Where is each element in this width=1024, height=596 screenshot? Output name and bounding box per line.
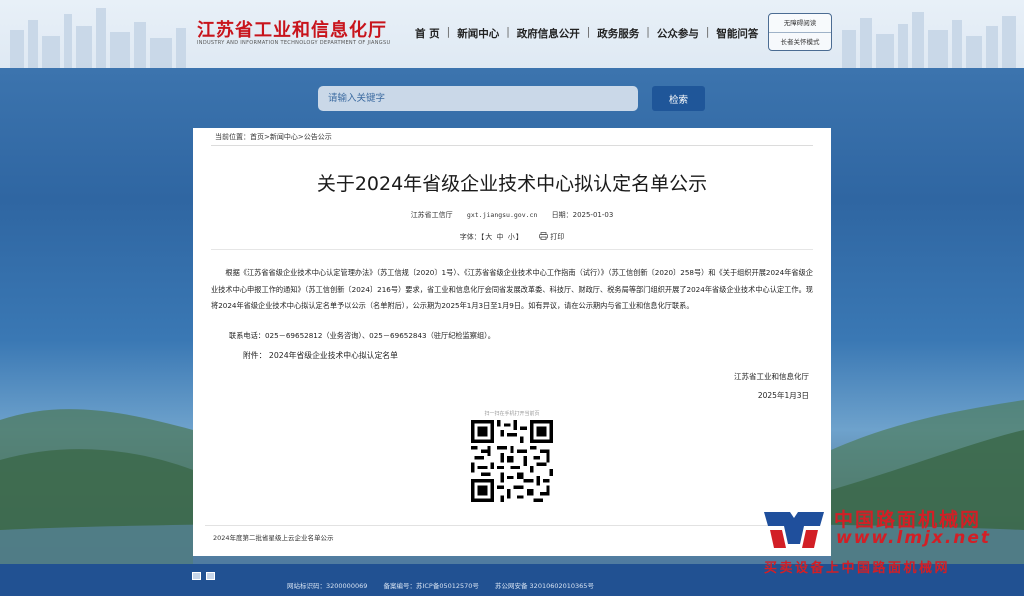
- divider: [211, 145, 813, 146]
- signature-org: 江苏省工业和信息化厅: [734, 372, 809, 381]
- breadcrumb-announcements[interactable]: 公告公示: [304, 133, 332, 141]
- divider: [205, 525, 819, 526]
- site-logo-title[interactable]: 江苏省工业和信息化厅: [197, 16, 387, 42]
- article-body: 根据《江苏省省级企业技术中心认定管理办法》（苏工信规〔2020〕1号）、《江苏省…: [211, 268, 813, 310]
- police-record[interactable]: 苏公网安备 32010602010365号: [495, 582, 594, 590]
- article-contact: 联系电话：025－69652812（业务咨询）、025－69652843（驻厅纪…: [229, 331, 495, 340]
- nav-smart-qa[interactable]: 智能问答: [709, 26, 765, 41]
- attachment-label: 附件：: [243, 351, 267, 360]
- font-size-controls: 字体：【大 中 小】 打印: [193, 232, 831, 242]
- site-logo-subtitle: INDUSTRY AND INFORMATION TECHNOLOGY DEPA…: [197, 40, 391, 46]
- breadcrumb: 当前位置：首页>新闻中心>公告公示: [215, 132, 332, 142]
- footer-badge-icon[interactable]: [206, 572, 215, 580]
- watermark: 中国路面机械网 www.lmjx.net 买卖设备上中国路面机械网: [760, 500, 1024, 580]
- article-source: 江苏省工信厅: [410, 211, 453, 219]
- font-small-button[interactable]: 小: [508, 233, 515, 241]
- accessibility-box: 无障碍阅读 长者关怀模式: [768, 13, 832, 51]
- qr-code: [471, 420, 553, 502]
- accessible-reading-button[interactable]: 无障碍阅读: [769, 14, 831, 32]
- article-title: 关于2024年省级企业技术中心拟认定名单公示: [316, 173, 708, 195]
- font-medium-button[interactable]: 中: [497, 233, 504, 241]
- signature-date: 2025年1月3日: [757, 391, 809, 400]
- print-label: 打印: [550, 233, 565, 241]
- print-button[interactable]: 打印: [539, 232, 565, 241]
- qr-caption: 扫一扫在手机打开当前页: [484, 411, 540, 417]
- nav-public[interactable]: 公众参与: [650, 26, 706, 41]
- related-article-link[interactable]: 2024年度第二批省星级上云企业名单公示: [213, 532, 334, 542]
- font-large-button[interactable]: 大: [485, 233, 492, 241]
- site-code: 网站标识码：3200000069: [287, 582, 368, 590]
- article-panel: 当前位置：首页>新闻中心>公告公示 关于2024年省级企业技术中心拟认定名单公示…: [193, 128, 831, 556]
- footer-info: 网站标识码：3200000069 备案编号：苏ICP备05012570号 苏公网…: [287, 580, 608, 590]
- breadcrumb-home[interactable]: 首页: [250, 133, 264, 141]
- footer-badge-icon[interactable]: [192, 572, 201, 580]
- nav-gov-info[interactable]: 政府信息公开: [510, 26, 587, 41]
- printer-icon: [539, 232, 548, 240]
- font-label-close: 】: [515, 233, 523, 241]
- breadcrumb-news[interactable]: 新闻中心: [270, 133, 298, 141]
- site-header: 江苏省工业和信息化厅 INDUSTRY AND INFORMATION TECH…: [0, 0, 1024, 68]
- watermark-url: www.lmjx.net: [836, 528, 992, 548]
- search-input[interactable]: [318, 86, 638, 111]
- article-meta: 江苏省工信厅 gxt.jiangsu.gov.cn 日期：2025-01-03: [193, 210, 831, 220]
- font-label: 字体：【: [459, 233, 485, 241]
- divider: [211, 249, 813, 250]
- watermark-slogan: 买卖设备上中国路面机械网: [764, 561, 951, 576]
- nav-news[interactable]: 新闻中心: [450, 26, 506, 41]
- attachment-link[interactable]: 2024年省级企业技术中心拟认定名单: [269, 351, 398, 360]
- search-button[interactable]: 检索: [652, 86, 705, 111]
- nav-gov-service[interactable]: 政务服务: [590, 26, 646, 41]
- article-site: gxt.jiangsu.gov.cn: [466, 211, 538, 219]
- attachment: 附件： 2024年省级企业技术中心拟认定名单: [243, 350, 398, 361]
- icp-number[interactable]: 备案编号：苏ICP备05012570号: [383, 582, 478, 590]
- watermark-logo-icon: [764, 512, 824, 548]
- elder-mode-button[interactable]: 长者关怀模式: [769, 32, 831, 50]
- breadcrumb-prefix: 当前位置：: [215, 133, 250, 141]
- nav-home[interactable]: 首 页: [408, 26, 447, 41]
- main-nav: 首 页 | 新闻中心 | 政府信息公开 | 政务服务 | 公众参与 | 智能问答: [408, 26, 765, 41]
- article-date: 日期：2025-01-03: [551, 211, 614, 219]
